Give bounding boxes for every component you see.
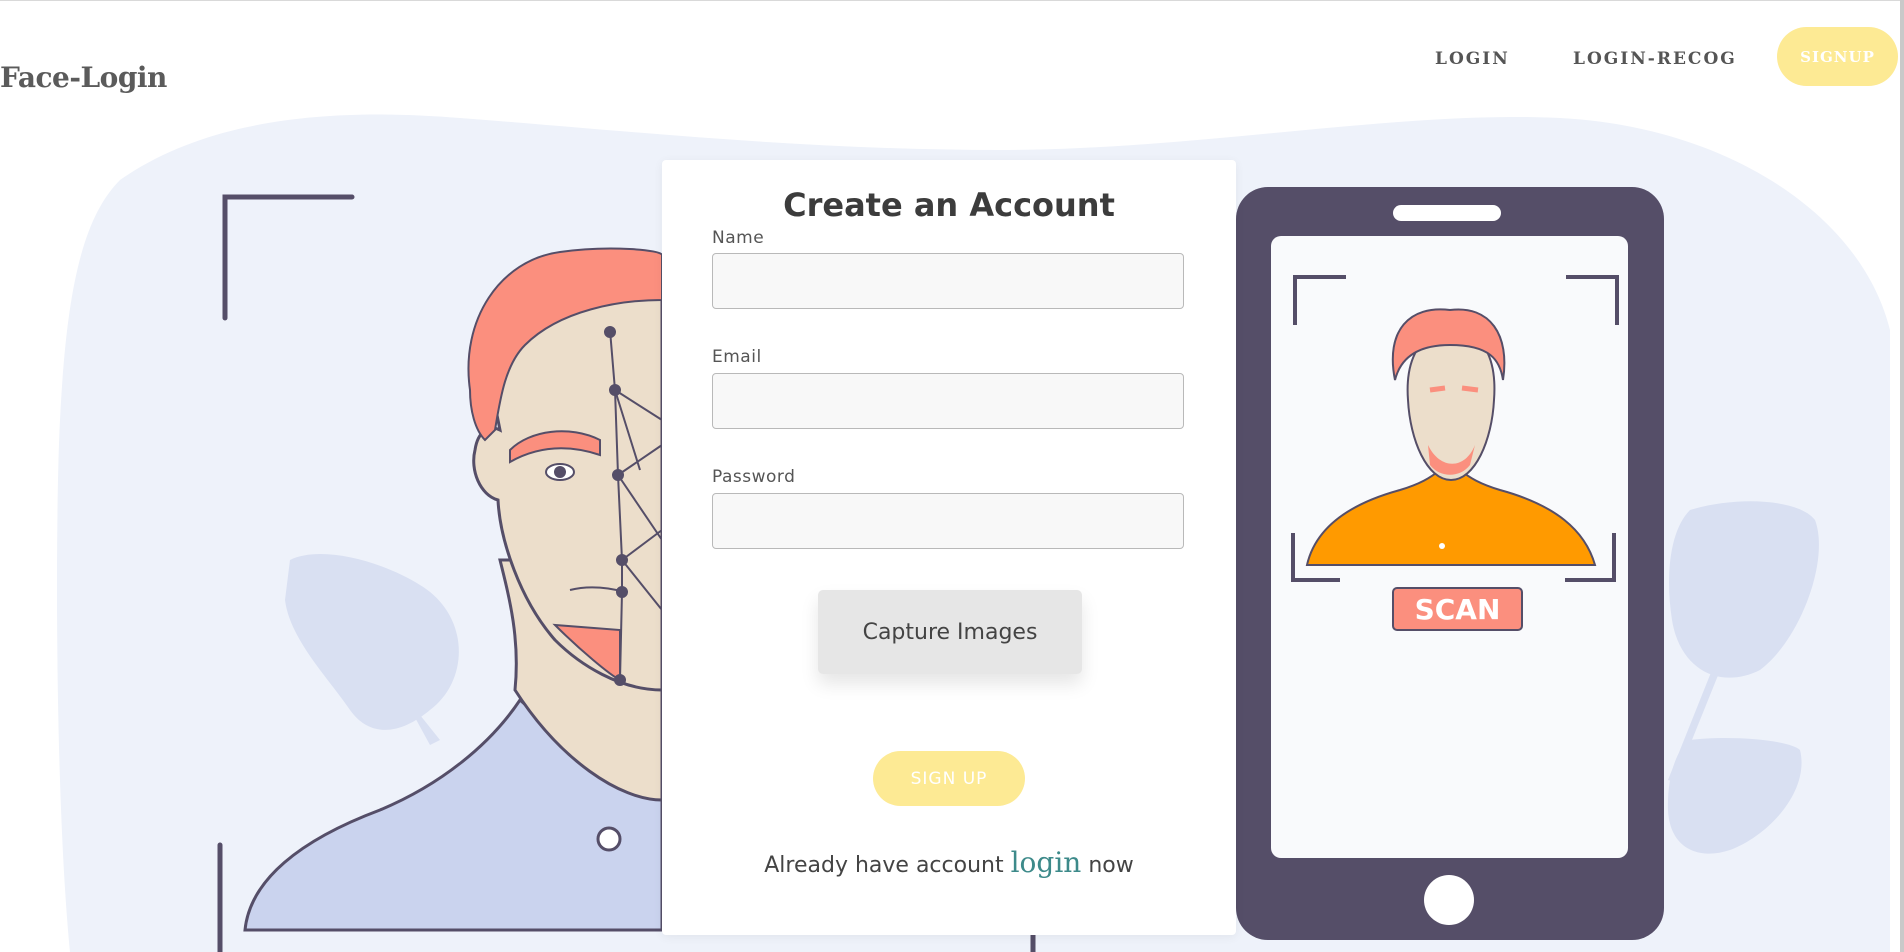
nav-login-recog-link[interactable]: LOGIN-RECOG — [1573, 49, 1737, 69]
signup-card: Create an Account Name Email Password Ca… — [662, 160, 1236, 935]
email-label: Email — [712, 347, 762, 367]
sign-up-button[interactable]: SIGN UP — [873, 751, 1025, 806]
name-label: Name — [712, 228, 765, 248]
password-input[interactable] — [712, 493, 1184, 549]
scan-badge-label: SCAN — [1414, 592, 1501, 626]
capture-images-button[interactable]: Capture Images — [818, 590, 1082, 674]
vertical-scrollbar[interactable] — [1900, 0, 1904, 952]
login-prompt-suffix: now — [1088, 853, 1134, 878]
login-prompt-prefix: Already have account — [764, 853, 1004, 878]
phone-illustration — [1236, 187, 1664, 940]
brand-logo[interactable]: Face-Login — [0, 61, 167, 94]
login-link[interactable]: login — [1011, 846, 1082, 879]
email-input[interactable] — [712, 373, 1184, 429]
name-input[interactable] — [712, 253, 1184, 309]
nav-login-link[interactable]: LOGIN — [1435, 49, 1510, 69]
nav-signup-button[interactable]: SIGNUP — [1777, 27, 1898, 86]
form-title: Create an Account — [783, 186, 1115, 224]
password-label: Password — [712, 467, 796, 487]
login-prompt: Already have account login now — [662, 846, 1236, 879]
